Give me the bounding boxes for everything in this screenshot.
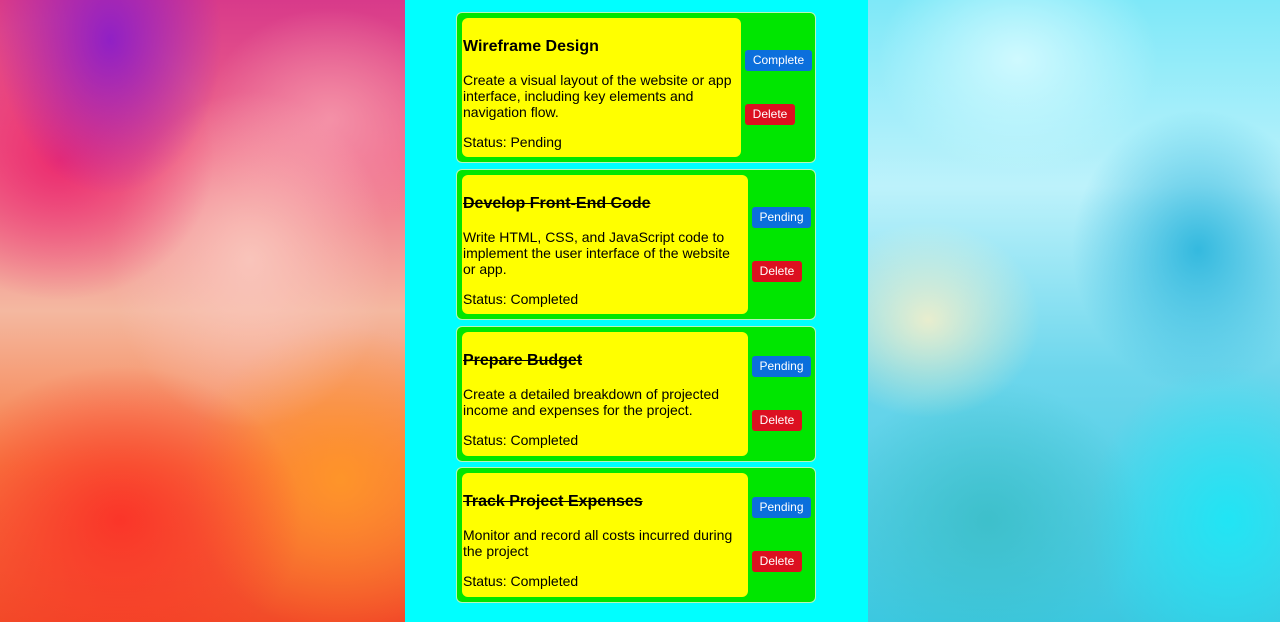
- task-card: Wireframe Design Create a visual layout …: [456, 12, 816, 163]
- background-image-right: [868, 0, 1280, 622]
- delete-button[interactable]: Delete: [752, 261, 802, 282]
- task-status: Status: Pending: [463, 134, 562, 150]
- task-card: Prepare Budget Create a detailed breakdo…: [456, 326, 816, 462]
- pending-button[interactable]: Pending: [752, 356, 811, 377]
- task-content: Track Project Expenses Monitor and recor…: [462, 473, 748, 597]
- task-content: Develop Front-End Code Write HTML, CSS, …: [462, 175, 748, 314]
- complete-button[interactable]: Complete: [745, 50, 812, 71]
- pending-button[interactable]: Pending: [752, 207, 811, 228]
- task-title: Wireframe Design: [463, 38, 599, 55]
- task-content: Prepare Budget Create a detailed breakdo…: [462, 332, 748, 456]
- task-title: Prepare Budget: [463, 352, 583, 369]
- delete-button[interactable]: Delete: [745, 104, 795, 125]
- delete-button[interactable]: Delete: [752, 551, 802, 572]
- delete-button[interactable]: Delete: [752, 410, 802, 431]
- task-status: Status: Completed: [463, 291, 579, 307]
- task-content: Wireframe Design Create a visual layout …: [462, 18, 741, 157]
- pending-button[interactable]: Pending: [752, 497, 811, 518]
- background-image-left: [0, 0, 405, 622]
- task-status: Status: Completed: [463, 432, 579, 448]
- task-title: Develop Front-End Code: [463, 195, 651, 212]
- task-description: Monitor and record all costs incurred du…: [463, 527, 733, 559]
- task-status: Status: Completed: [463, 573, 579, 589]
- task-card: Develop Front-End Code Write HTML, CSS, …: [456, 169, 816, 320]
- task-description: Create a detailed breakdown of projected…: [463, 386, 720, 418]
- task-description: Create a visual layout of the website or…: [463, 72, 732, 120]
- task-description: Write HTML, CSS, and JavaScript code to …: [463, 229, 730, 277]
- task-title: Track Project Expenses: [463, 493, 643, 510]
- task-card: Track Project Expenses Monitor and recor…: [456, 467, 816, 603]
- page: Wireframe Design Create a visual layout …: [0, 0, 1280, 622]
